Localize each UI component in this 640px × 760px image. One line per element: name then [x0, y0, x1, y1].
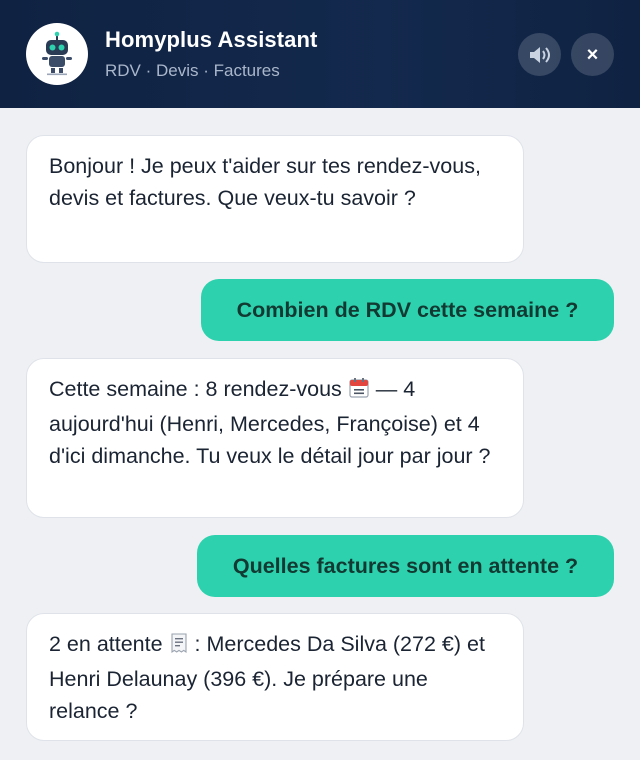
chat-header: Homyplus Assistant RDV · Devis · Facture… — [0, 0, 640, 108]
chat-widget: Homyplus Assistant RDV · Devis · Facture… — [0, 0, 640, 760]
message-text: Combien de RDV cette semaine ? — [236, 298, 579, 322]
receipt-icon — [169, 631, 189, 663]
user-message: Combien de RDV cette semaine ? — [201, 279, 614, 341]
robot-icon — [42, 31, 72, 76]
speaker-icon — [529, 46, 550, 63]
user-message: Quelles factures sont en attente ? — [197, 535, 614, 597]
bot-message: Bonjour ! Je peux t'aider sur tes rendez… — [26, 135, 524, 263]
bot-message: 2 en attente : Mercedes Da Silva (272 €)… — [26, 613, 524, 741]
calendar-icon — [348, 376, 370, 408]
message-text: Cette semaine : 8 rendez-vous — [49, 377, 342, 401]
message-text: Bonjour ! Je peux t'aider sur tes rendez… — [49, 154, 481, 210]
message-text: 2 en attente — [49, 632, 163, 656]
chat-title: Homyplus Assistant — [105, 27, 318, 52]
assistant-avatar — [26, 23, 88, 85]
sound-toggle-button[interactable] — [518, 33, 561, 76]
message-text: Quelles factures sont en attente ? — [232, 554, 579, 578]
close-button[interactable]: × — [571, 33, 614, 76]
close-icon: × — [586, 43, 599, 66]
bot-message: Cette semaine : 8 rendez-vous — 4 aujour… — [26, 358, 524, 518]
chat-subtitle: RDV · Devis · Factures — [105, 61, 280, 80]
